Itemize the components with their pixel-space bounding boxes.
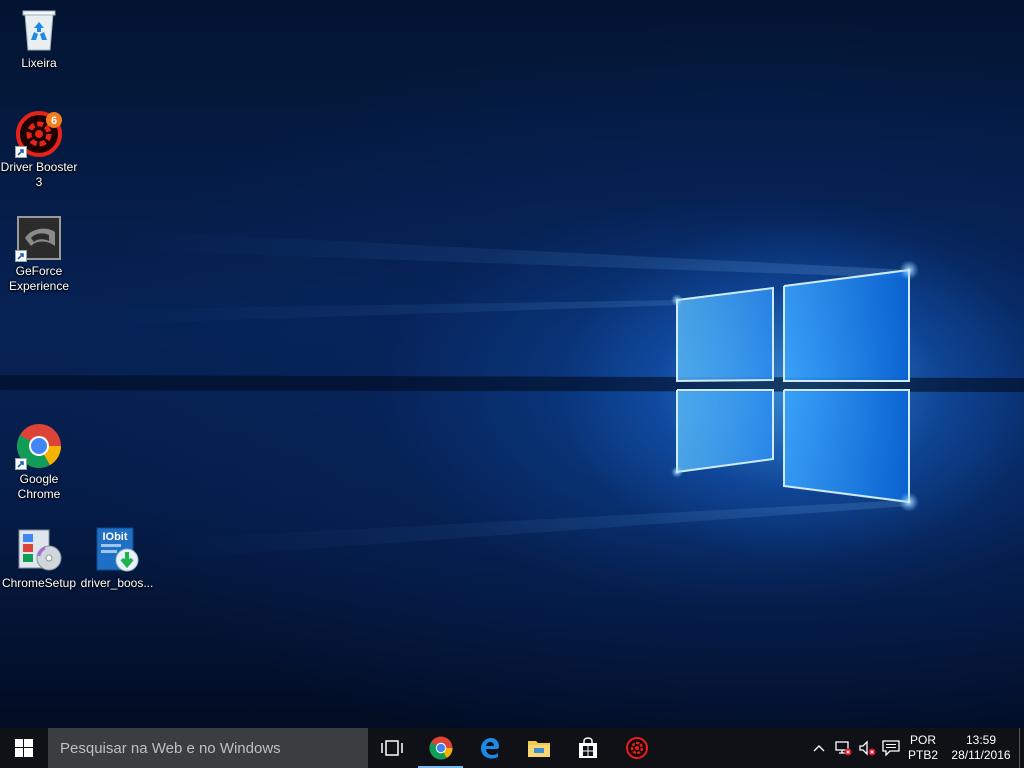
desktop-icon-label: Driver Booster 3 [0,160,78,189]
network-icon [835,741,852,756]
task-view-button[interactable] [368,728,416,768]
badge-count: 6 [51,115,57,127]
windows-logo-wallpaper [0,230,1024,560]
desktop-icon-label: Google Chrome [17,472,61,501]
input-language-button[interactable]: POR PTB2 [903,728,943,768]
show-desktop-button[interactable] [1019,728,1024,768]
iobit-brand-text: IObit [102,531,127,543]
desktop-icon-driver-booster-setup[interactable]: IObit driver_boos... [77,526,157,591]
taskbar-driver-booster-button[interactable] [612,728,661,768]
notification-icon [882,740,900,756]
installer-icon [15,526,63,574]
task-view-icon [381,740,403,756]
shortcut-arrow-icon [15,146,27,158]
windows-logo-icon [15,739,33,757]
geforce-experience-icon [15,214,63,262]
clock[interactable]: 13:59 28/11/2016 [943,728,1019,768]
desktop-icon-label: ChromeSetup [1,576,77,590]
show-hidden-icons-button[interactable] [807,728,831,768]
desktop-icon-geforce-experience[interactable]: GeForce Experience [0,214,79,294]
volume-muted-icon [859,740,876,756]
desktop-icon-chrome-setup[interactable]: ChromeSetup [0,526,79,591]
desktop-icon-recycle-bin[interactable]: Lixeira [0,6,79,71]
volume-button[interactable] [855,728,879,768]
desktop[interactable]: Lixeira 6 Driver Booster 3 GeForce Exper… [0,0,1024,728]
driver-booster-icon [625,737,648,759]
desktop-icon-label: GeForce Experience [8,264,70,293]
system-tray: POR PTB2 13:59 28/11/2016 [807,728,1024,768]
desktop-icon-google-chrome[interactable]: Google Chrome [0,422,79,502]
taskbar-chrome-button[interactable] [416,728,465,768]
network-button[interactable] [831,728,855,768]
search-placeholder: Pesquisar na Web e no Windows [60,739,281,757]
shortcut-arrow-icon [15,250,27,262]
action-center-button[interactable] [879,728,903,768]
keyboard-layout: PTB2 [907,748,938,762]
desktop-icon-label: Lixeira [21,56,57,70]
taskbar-edge-button[interactable] [465,728,514,768]
taskbar: Pesquisar na Web e no Windows POR PTB2 1… [0,728,1024,768]
chrome-icon [15,422,63,470]
taskbar-file-explorer-button[interactable] [514,728,563,768]
recycle-bin-icon [15,6,63,54]
folder-icon [527,741,550,757]
desktop-icon-driver-booster[interactable]: 6 Driver Booster 3 [0,110,79,190]
desktop-icon-label: driver_boos... [80,576,154,590]
store-icon [578,737,597,758]
taskbar-store-button[interactable] [563,728,612,768]
language-code: POR [909,733,936,747]
shortcut-arrow-icon [15,458,27,470]
start-button[interactable] [0,728,48,768]
clock-time: 13:59 [965,733,997,747]
driver-booster-icon: 6 [15,110,63,158]
clock-date: 28/11/2016 [951,748,1011,762]
iobit-installer-icon: IObit [93,526,141,574]
chevron-up-icon [813,745,825,752]
edge-icon [480,738,499,759]
chrome-icon [429,736,452,760]
search-box[interactable]: Pesquisar na Web e no Windows [48,728,368,768]
